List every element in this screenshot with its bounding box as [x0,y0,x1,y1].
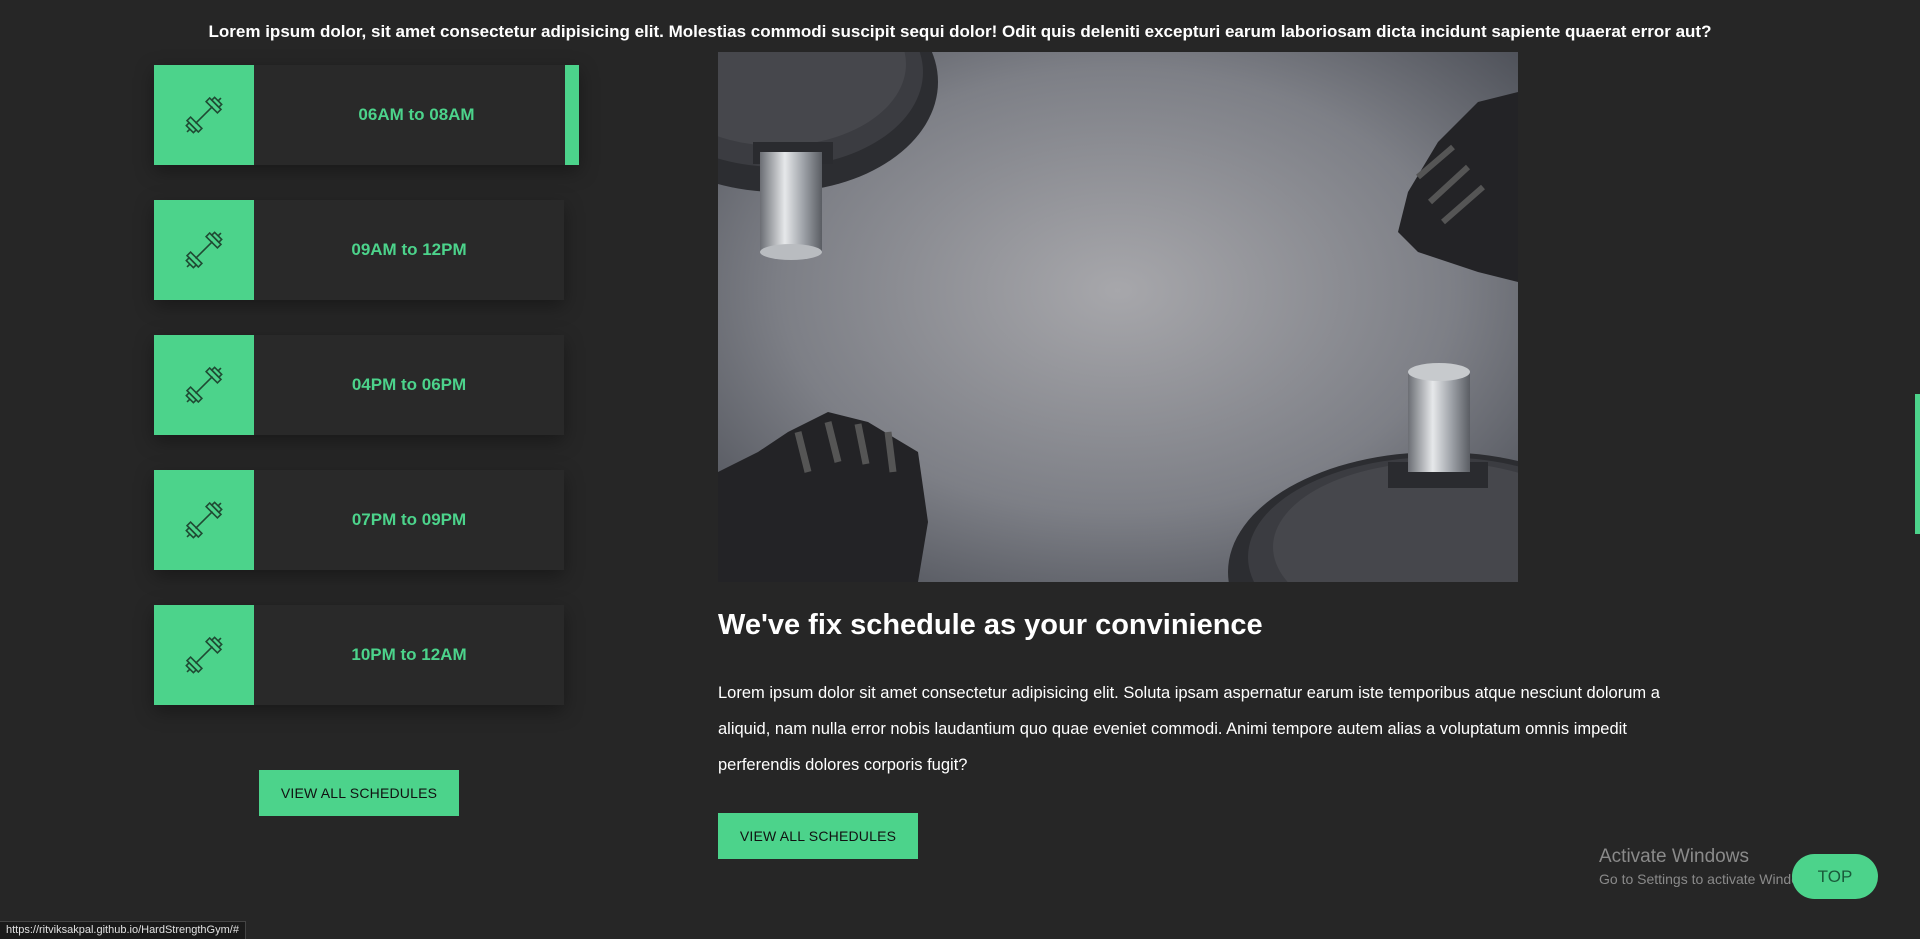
watermark-title: Activate Windows [1599,846,1749,867]
schedule-time: 06AM to 08AM [358,105,475,124]
watermark-subtitle: Go to Settings to activate Windows. [1599,871,1820,887]
dumbbell-icon [154,605,254,705]
back-to-top-button[interactable]: TOP [1792,854,1878,899]
schedule-time: 10PM to 12AM [351,645,467,664]
dumbbell-icon [154,470,254,570]
activate-windows-watermark: Activate Windows Go to Settings to activ… [1599,846,1820,887]
view-all-schedules-button[interactable]: VIEW ALL SCHEDULES [718,813,918,859]
section-heading: We've fix schedule as your convinience [718,609,1263,641]
schedule-item[interactable]: 07PM to 09PM [154,470,564,570]
intro-text: Lorem ipsum dolor, sit amet consectetur … [208,22,1712,41]
schedule-time: 04PM to 06PM [351,375,467,394]
schedule-item[interactable]: 04PM to 06PM [154,335,564,435]
active-indicator [565,65,579,165]
status-bar-url: https://ritviksakpal.github.io/HardStren… [0,921,246,939]
scrollbar-thumb[interactable] [1915,394,1920,534]
dumbbell-icon [154,65,254,165]
schedule-time: 09AM to 12PM [351,240,467,259]
section-paragraph: Lorem ipsum dolor sit amet consectetur a… [718,684,1660,774]
schedule-item[interactable]: 06AM to 08AM [154,65,579,165]
dumbbell-icon [154,335,254,435]
view-all-schedules-button[interactable]: VIEW ALL SCHEDULES [259,770,459,816]
gym-equipment-image [718,52,1518,582]
page: Lorem ipsum dolor, sit amet consectetur … [0,0,1920,939]
schedule-item[interactable]: 10PM to 12AM [154,605,564,705]
dumbbell-icon [154,200,254,300]
schedule-time: 07PM to 09PM [351,510,467,529]
schedule-item[interactable]: 09AM to 12PM [154,200,564,300]
